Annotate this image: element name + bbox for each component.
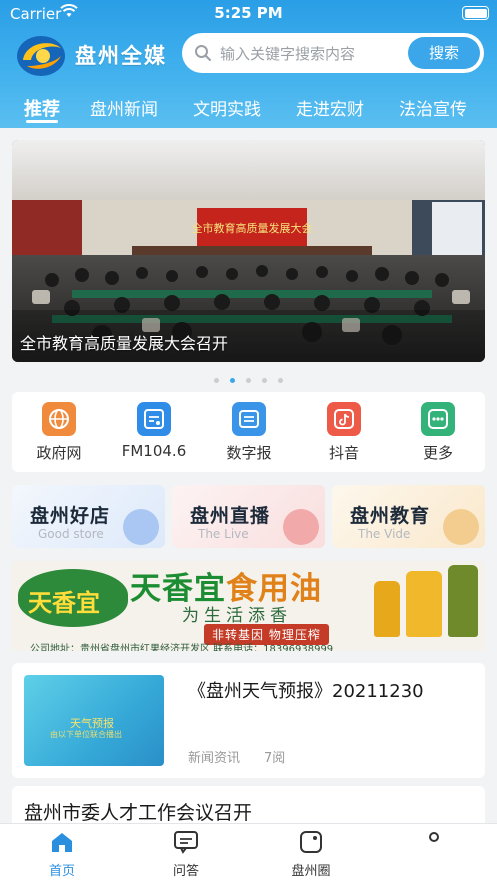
- tabbar-profile[interactable]: [399, 830, 469, 860]
- carousel-dot[interactable]: [246, 378, 251, 383]
- tab-civilization-practice[interactable]: 文明实践: [193, 95, 261, 120]
- douyin-icon: [327, 402, 361, 436]
- search-input[interactable]: 输入关键字搜索内容: [220, 43, 355, 64]
- oil-bottle-image: [448, 565, 478, 637]
- shortcut-grid: 政府网 FM104.6 数字报 抖音 更多: [12, 392, 485, 472]
- tabbar-label: 首页: [48, 864, 75, 879]
- banner-caption: 全市教育高质量发展大会召开: [20, 334, 229, 353]
- tabbar-circle[interactable]: 盘州圈: [276, 830, 346, 879]
- carousel-dot-active[interactable]: [229, 378, 235, 383]
- status-bar: Carrier 5:25 PM: [0, 0, 497, 28]
- ad-banner[interactable]: 天香宜 天香宜食用油 为生活添香 非转基因 物理压榨 公司地址：贵州省盘州市红果…: [12, 561, 485, 651]
- search-icon: [194, 44, 212, 66]
- shortcut-douyin[interactable]: 抖音: [299, 402, 389, 463]
- card-good-store[interactable]: 盘州好店 Good store: [12, 485, 165, 548]
- carousel-dot[interactable]: [213, 378, 219, 383]
- tab-legal[interactable]: 法治宣传: [399, 95, 467, 120]
- logo-swirl-icon: [17, 36, 65, 76]
- search-button[interactable]: 搜索: [408, 37, 480, 69]
- shortcut-label: 抖音: [328, 444, 359, 462]
- news-title: 《盘州天气预报》20211230: [188, 681, 424, 702]
- shortcut-label: 政府网: [36, 444, 82, 462]
- tabbar-label: 盘州圈: [291, 864, 331, 879]
- oil-bottle-image: [374, 581, 400, 637]
- category-tabs: 推荐 盘州新闻 文明实践 走进宏财 法治宣传: [0, 90, 497, 126]
- profile-icon: [421, 830, 447, 854]
- banner-backdrop-text: 全市教育高质量发展大会: [192, 221, 313, 235]
- globe-icon: [42, 402, 76, 436]
- radio-icon: [137, 402, 171, 436]
- banner-photo: 全市教育高质量发展大会: [12, 140, 485, 362]
- more-icon: [421, 402, 455, 436]
- circle-icon: [298, 830, 324, 854]
- ad-slogan: 为生活添香: [182, 606, 292, 626]
- shortcut-gov-site[interactable]: 政府网: [14, 402, 104, 463]
- oil-bottle-image: [406, 571, 442, 637]
- tabbar-home[interactable]: 首页: [27, 830, 97, 879]
- tab-panzhou-news[interactable]: 盘州新闻: [90, 95, 158, 120]
- ad-brand-logo: 天香宜: [18, 569, 128, 627]
- home-icon: [49, 830, 75, 854]
- card-title: 盘州好店: [30, 505, 111, 527]
- store-icon: [123, 509, 159, 545]
- chat-icon: [173, 830, 199, 854]
- search-bar[interactable]: 输入关键字搜索内容 搜索: [182, 33, 484, 73]
- carousel-dot[interactable]: [262, 378, 268, 383]
- ad-footer: 公司地址：贵州省盘州市红果经济开发区 联系电话：18396938999: [30, 644, 334, 651]
- app-logo: 盘州全媒: [15, 32, 180, 78]
- card-subtitle: Good store: [38, 527, 104, 541]
- shortcut-digital-paper[interactable]: 数字报: [204, 402, 294, 463]
- shortcut-label: FM104.6: [121, 442, 187, 460]
- tab-hongcai[interactable]: 走进宏财: [296, 95, 364, 120]
- hero-banner[interactable]: 全市教育高质量发展大会 全市教育高质量发展大会召开: [12, 140, 485, 362]
- tabbar-qa[interactable]: 问答: [151, 830, 221, 879]
- tab-recommend[interactable]: 推荐: [24, 95, 60, 121]
- tabbar-label: 问答: [172, 864, 199, 879]
- shortcut-label: 更多: [422, 444, 453, 462]
- clock: 5:25 PM: [214, 4, 283, 22]
- card-title: 盘州教育: [350, 505, 431, 527]
- carousel-dot[interactable]: [278, 378, 284, 383]
- news-views: 7阅: [264, 751, 286, 766]
- news-thumbnail: 天气预报 由以下单位联合播出: [24, 675, 164, 766]
- news-title: 盘州市委人才工作会议召开: [24, 802, 253, 824]
- app-name: 盘州全媒: [75, 44, 167, 68]
- news-item[interactable]: 天气预报 由以下单位联合播出 《盘州天气预报》20211230 新闻资讯 7阅: [12, 663, 485, 778]
- card-education[interactable]: 盘州教育 The Vide: [332, 485, 485, 548]
- active-tab-indicator: [26, 120, 58, 123]
- app-header: Carrier 5:25 PM 盘州全媒 输入关键字搜索内容 搜索 推荐 盘州新…: [0, 0, 497, 128]
- battery-icon: [462, 6, 489, 20]
- bottom-tab-bar: 首页 问答 盘州圈: [0, 823, 497, 883]
- news-category: 新闻资讯: [188, 751, 241, 766]
- newspaper-icon: [232, 402, 266, 436]
- live-camera-icon: [283, 509, 319, 545]
- card-live[interactable]: 盘州直播 The Live: [172, 485, 325, 548]
- graduation-cap-icon: [443, 509, 479, 545]
- shortcut-label: 数字报: [226, 444, 272, 462]
- card-subtitle: The Vide: [358, 527, 411, 541]
- shortcut-fm[interactable]: FM104.6: [109, 402, 199, 460]
- card-title: 盘州直播: [190, 505, 271, 527]
- carousel-dots: [0, 368, 497, 383]
- shortcut-more[interactable]: 更多: [393, 402, 483, 463]
- card-subtitle: The Live: [198, 527, 249, 541]
- thumb-subtitle: 由以下单位联合播出: [50, 730, 122, 739]
